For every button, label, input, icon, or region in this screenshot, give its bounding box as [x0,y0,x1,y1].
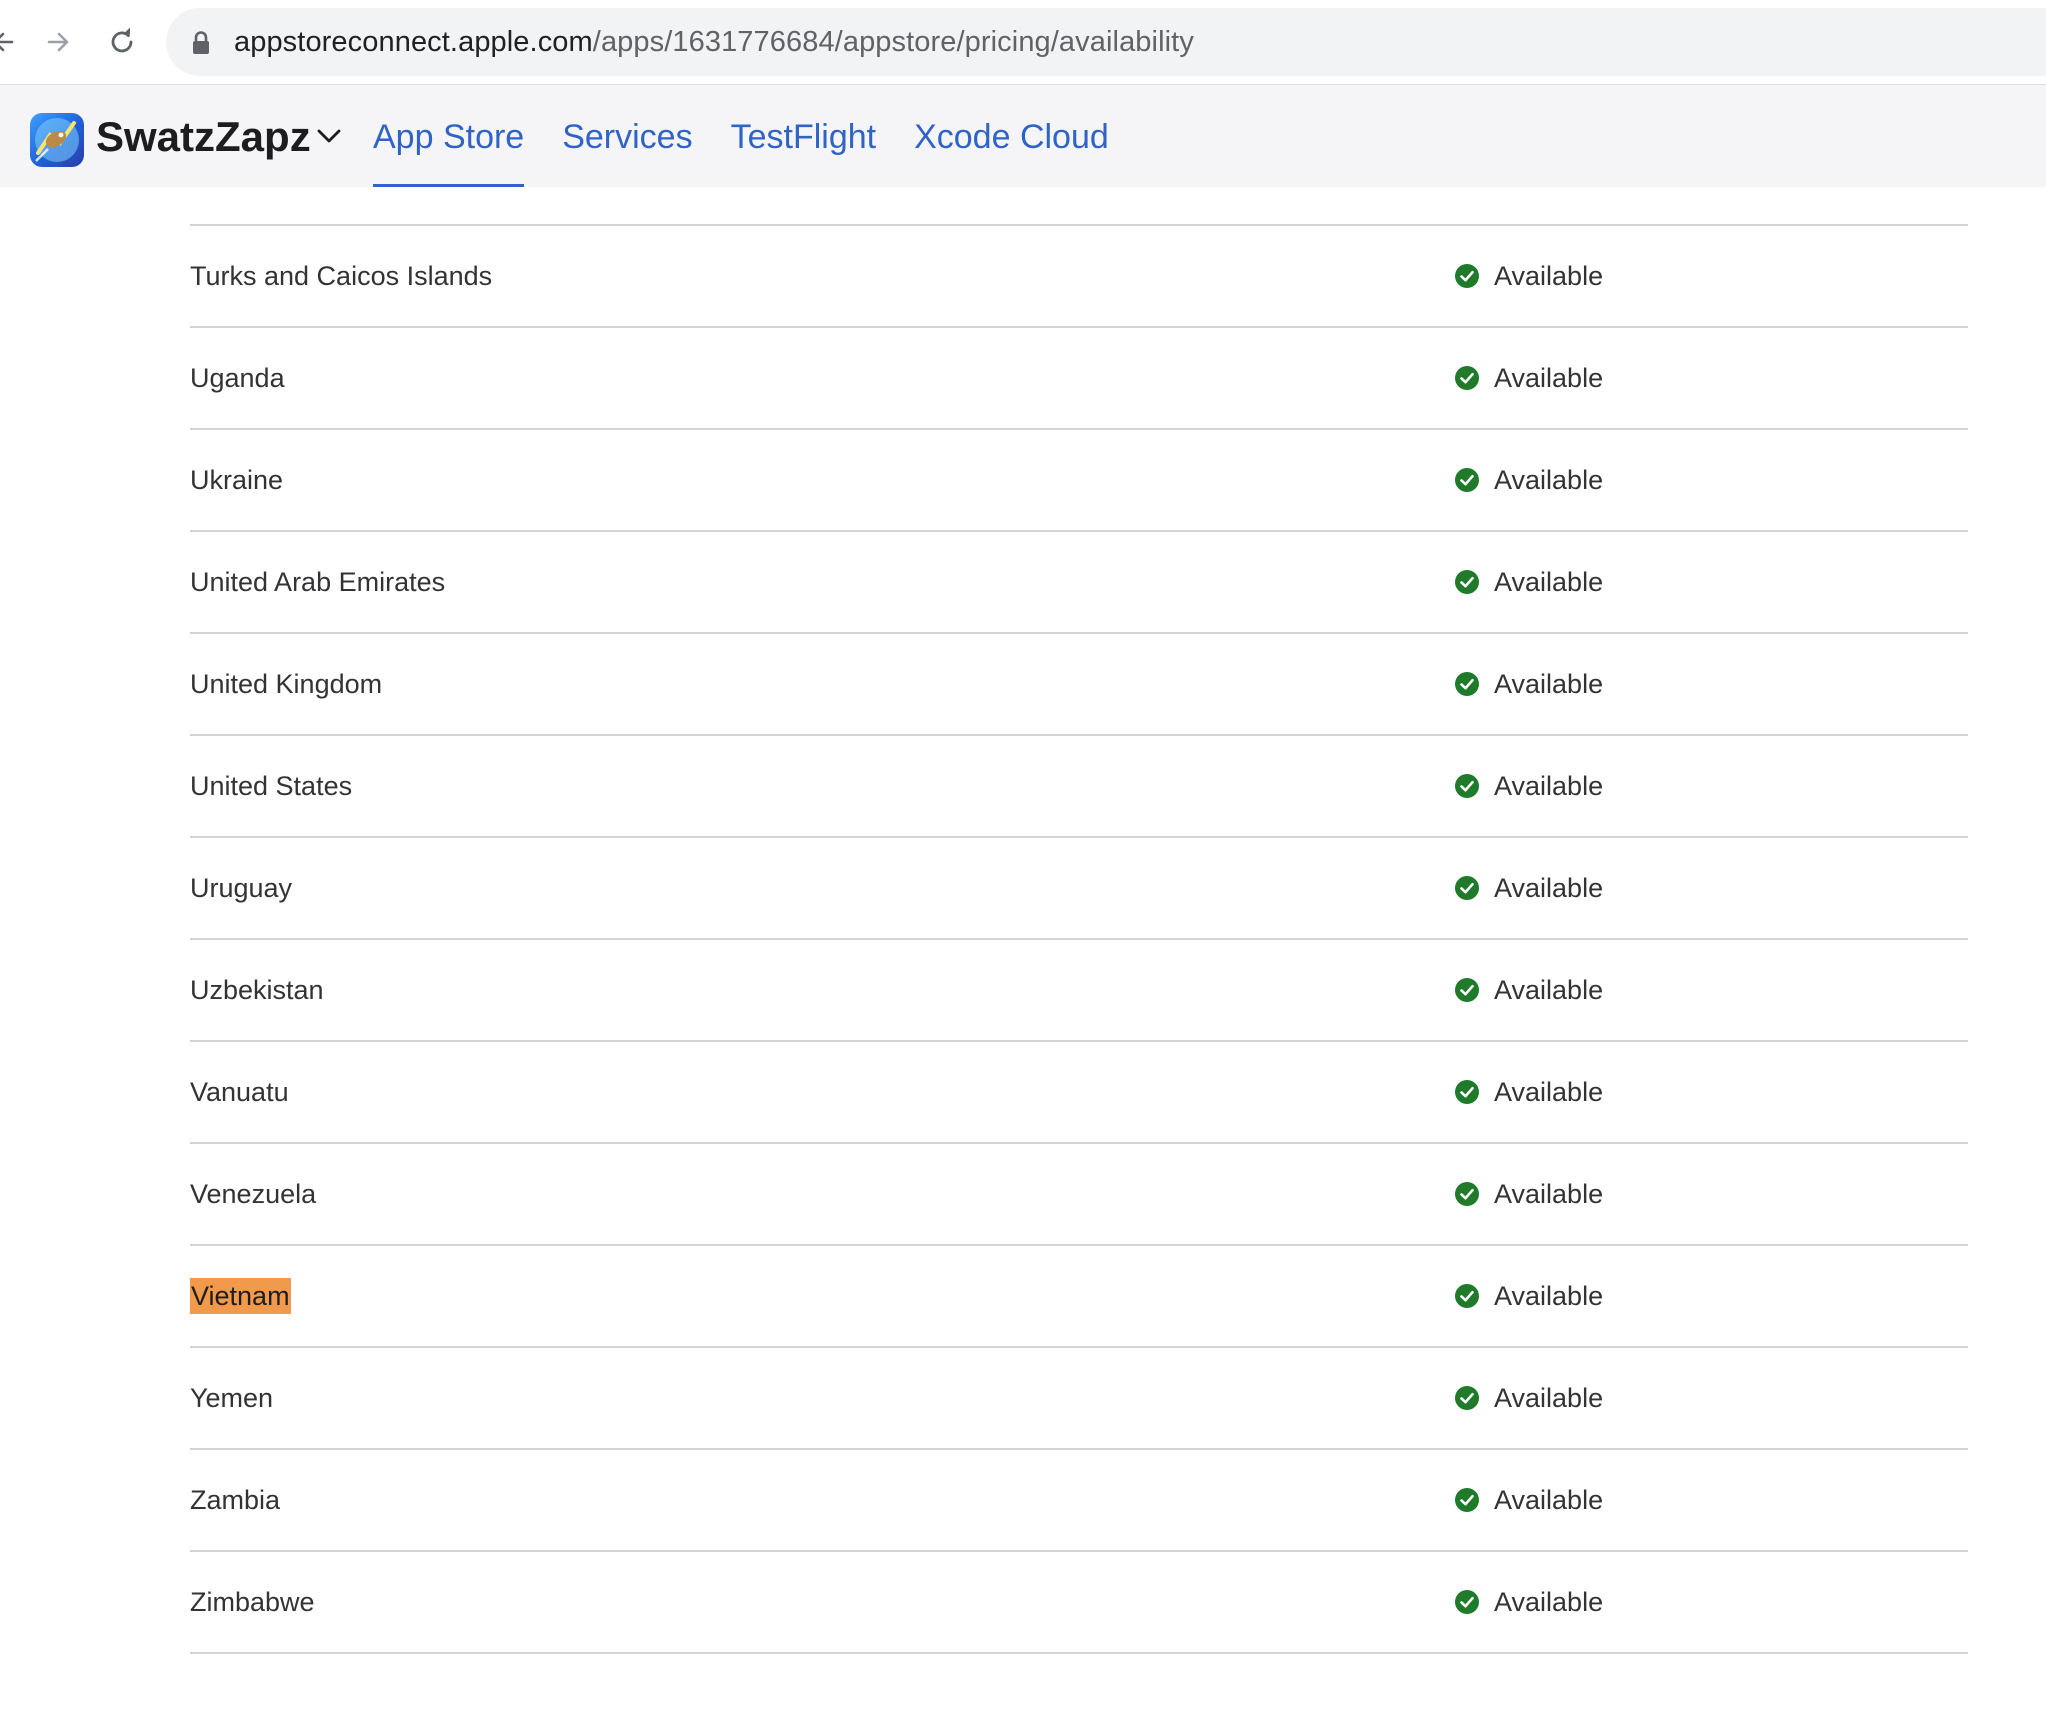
country-row: Uganda Available [190,328,1968,430]
tab-xcode-cloud[interactable]: Xcode Cloud [914,107,1109,187]
availability-status: Available [1454,258,1603,294]
country-name: Zimbabwe [190,1587,315,1617]
app-icon[interactable] [30,113,84,167]
status-text: Available [1494,261,1604,291]
url-host: appstoreconnect.apple.com [234,26,593,58]
status-text: Available [1494,363,1604,393]
forward-button[interactable] [34,18,82,66]
country-row: Turks and Caicos Islands Available [190,226,1968,328]
status-text: Available [1494,1485,1604,1515]
lock-icon [193,31,209,54]
availability-status: Available [1454,360,1603,396]
reload-icon [111,27,133,53]
country-name: Vietnam [190,1278,291,1314]
availability-status: Available [1454,768,1603,804]
country-row: Uzbekistan Available [190,940,1968,1042]
checkmark-circle-icon [1455,366,1479,390]
status-text: Available [1494,1281,1604,1311]
country-row: Zambia Available [190,1450,1968,1552]
availability-status: Available [1454,666,1603,702]
country-availability-list: Turks and Caicos Islands Available Uganda A… [190,224,1968,1654]
country-row: Ukraine Available [190,430,1968,532]
checkmark-circle-icon [1455,1590,1479,1614]
availability-status: Available [1454,1584,1603,1620]
availability-status: Available [1454,1176,1603,1212]
checkmark-circle-icon [1455,876,1479,900]
checkmark-circle-icon [1455,1080,1479,1104]
address-bar[interactable]: appstoreconnect.apple.com/apps/163177668… [166,8,2046,76]
availability-status: Available [1454,870,1603,906]
tab-testflight[interactable]: TestFlight [731,107,877,187]
url-path: /apps/1631776684/appstore/pricing/availa… [592,26,1194,58]
status-text: Available [1494,567,1604,597]
country-row: United Arab Emirates Available [190,532,1968,634]
country-row: Yemen Available [190,1348,1968,1450]
country-name: Turks and Caicos Islands [190,261,493,291]
availability-status: Available [1454,1074,1603,1110]
checkmark-circle-icon [1455,978,1479,1002]
url-text[interactable]: appstoreconnect.apple.com/apps/163177668… [234,8,1194,76]
tab-app-store[interactable]: App Store [373,107,525,187]
country-row: Vietnam Available [190,1246,1968,1348]
checkmark-circle-icon [1455,570,1479,594]
availability-status: Available [1454,462,1603,498]
tab-services[interactable]: Services [562,107,692,187]
main-tabs: App Store Services TestFlight Xcode Clou… [373,107,1147,187]
country-row: Vanuatu Available [190,1042,1968,1144]
checkmark-circle-icon [1455,1386,1479,1410]
back-button[interactable] [0,18,28,66]
country-name: Ukraine [190,465,284,495]
country-name: United States [190,771,353,801]
country-name: Uruguay [190,873,293,903]
checkmark-circle-icon [1455,1284,1479,1308]
checkmark-circle-icon [1455,1488,1479,1512]
country-name: United Arab Emirates [190,567,446,597]
country-row: Zimbabwe Available [190,1552,1968,1654]
status-text: Available [1494,1077,1604,1107]
checkmark-circle-icon [1455,1182,1479,1206]
checkmark-circle-icon [1455,468,1479,492]
availability-status: Available [1454,1380,1603,1416]
availability-status: Available [1454,564,1603,600]
status-text: Available [1494,1587,1604,1617]
app-header: SwatzZapz App Store Services TestFlight … [0,85,2046,187]
status-text: Available [1494,465,1604,495]
status-text: Available [1494,669,1604,699]
app-name[interactable]: SwatzZapz [96,109,311,165]
country-name: Uganda [190,363,285,393]
status-text: Available [1494,1179,1604,1209]
browser-toolbar: appstoreconnect.apple.com/apps/163177668… [0,0,2046,85]
country-row: United Kingdom Available [190,634,1968,736]
checkmark-circle-icon [1455,774,1479,798]
country-name: Vanuatu [190,1077,289,1107]
country-name: Uzbekistan [190,975,324,1005]
country-row: United States Available [190,736,1968,838]
chevron-down-icon[interactable] [316,127,342,145]
status-text: Available [1494,873,1604,903]
reload-button[interactable] [98,18,146,66]
status-text: Available [1494,1383,1604,1413]
status-text: Available [1494,975,1604,1005]
availability-status: Available [1454,1482,1603,1518]
status-text: Available [1494,771,1604,801]
country-row: Venezuela Available [190,1144,1968,1246]
country-row: Uruguay Available [190,838,1968,940]
arrow-left-icon [0,32,14,52]
country-name: Venezuela [190,1179,317,1209]
arrow-right-icon [47,32,69,52]
app-logo-icon [35,118,79,162]
checkmark-circle-icon [1455,264,1479,288]
checkmark-circle-icon [1455,672,1479,696]
country-name: United Kingdom [190,669,383,699]
country-name: Yemen [190,1383,274,1413]
availability-status: Available [1454,1278,1603,1314]
availability-status: Available [1454,972,1603,1008]
country-name: Zambia [190,1485,281,1515]
